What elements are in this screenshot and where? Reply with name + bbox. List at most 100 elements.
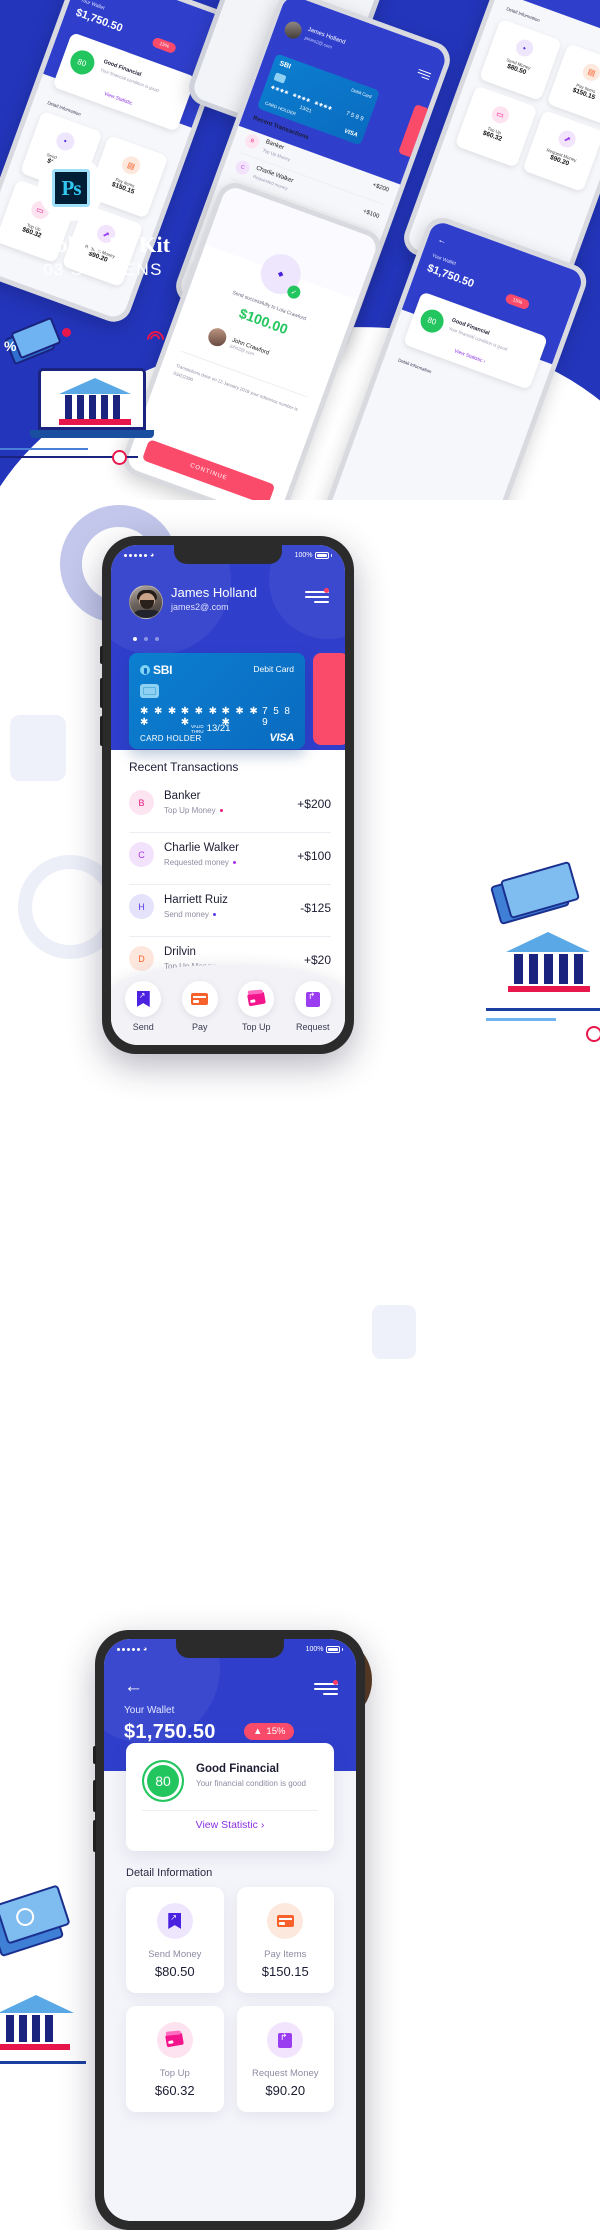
table-row[interactable]: B Banker Top Up Money +$200 (129, 781, 331, 833)
signal-arcs-icon (143, 327, 174, 352)
profile-name: James Holland (171, 585, 257, 600)
phone-button-volume-up[interactable] (100, 678, 103, 708)
wifi-icon: ◕ (143, 1645, 148, 1653)
phone-button-volume-down[interactable] (93, 1820, 96, 1852)
detail-cards-grid: Send Money $80.50 Pay Items $150.15 Top … (126, 1887, 334, 2112)
transaction-amount: +$200 (297, 797, 331, 811)
detail-card-value: $150.15 (261, 1964, 309, 1979)
page-title: Mobile UI Kit (35, 232, 171, 257)
nav-item-send[interactable]: Send (120, 981, 166, 1032)
card-next-peek[interactable] (313, 653, 345, 745)
change-arrow-icon: ▲ (253, 1726, 263, 1737)
view-statistic-link[interactable]: View Statistic › (126, 1819, 334, 1831)
profile-email: james2@.com (171, 602, 229, 612)
transaction-amount: +$100 (297, 849, 331, 863)
card-digits-4: 7 5 8 9 (262, 706, 292, 728)
hamburger-menu-icon[interactable] (305, 588, 329, 605)
detail-card-pay-items[interactable]: Pay Items $150.15 (236, 1887, 334, 1993)
percent-symbol: % (4, 338, 17, 354)
mini-tx1-amt: +$200 (371, 182, 390, 194)
detail-card-label: Request Money (251, 2068, 319, 2079)
decor-square-2 (372, 1305, 416, 1359)
mini-fin-link: View Statistic (103, 90, 134, 107)
avatar (129, 585, 163, 619)
financial-summary-card: 80 Good Financial Your financial conditi… (126, 1743, 334, 1851)
detail-card-value: $60.32 (154, 2083, 195, 2098)
wifi-icon: ◕ (150, 551, 155, 559)
detail-card-label: Pay Items (264, 1949, 307, 1960)
finance-title: Good Financial (196, 1763, 280, 1775)
chevron-right-icon: › (260, 1819, 265, 1831)
transaction-subtitle: Top Up Money (164, 806, 224, 815)
card-pager-dots[interactable] (133, 637, 159, 641)
card-chip-icon (140, 684, 159, 698)
change-percent: 15% (266, 1726, 286, 1737)
pay-card-icon (181, 981, 218, 1017)
send-icon (156, 1903, 193, 1939)
card-valid-label-1: VALID (191, 723, 204, 729)
red-dot-decoration (62, 328, 71, 337)
mini-card-bank: SBI (278, 60, 292, 71)
bank-illustration-bottom-left (0, 1995, 88, 2085)
phone-button-mute[interactable] (93, 1746, 96, 1764)
phone-button-volume-up[interactable] (93, 1780, 96, 1812)
transaction-initial: D (129, 946, 154, 971)
decor-line-1 (0, 448, 88, 450)
phone-notch (176, 1639, 284, 1658)
transaction-initial: H (129, 894, 154, 919)
bank-laptop-illustration (30, 368, 154, 438)
poster-stage: ← Your Wallet $1,750.50 15% 80 Good Fina… (0, 0, 600, 2230)
mini-card-valid: 13/21 (298, 104, 313, 115)
phone-button-mute[interactable] (100, 646, 103, 664)
transaction-subtitle: Requested money (164, 858, 237, 867)
detail-card-top-up[interactable]: Top Up $60.32 (126, 2006, 224, 2112)
topup-card-icon (238, 981, 275, 1017)
table-row[interactable]: C Charlie Walker Requested money +$100 (129, 833, 331, 885)
detail-card-value: $90.20 (265, 2083, 306, 2098)
detail-card-label: Send Money (148, 1949, 202, 1960)
battery-percent: 100% (294, 551, 313, 559)
phone-screen: ◕ 100% James Holland james2@.com SBI Deb… (111, 545, 345, 1045)
photoshop-icon: Ps (52, 169, 90, 207)
transaction-subtitle: Send money (164, 910, 217, 919)
card-digits-1: ✱ ✱ ✱ ✱ (140, 706, 178, 728)
nav-item-pay[interactable]: Pay (177, 981, 223, 1032)
phone-transactions: ◕ 100% James Holland james2@.com SBI Deb… (100, 536, 354, 1054)
status-badge: ▲ 15% (244, 1723, 295, 1740)
detail-card-send-money[interactable]: Send Money $80.50 (126, 1887, 224, 1993)
transaction-name: Banker (164, 790, 201, 802)
card-type-label: Debit Card (253, 664, 294, 674)
mini-card-digits: 7 5 8 9 (344, 110, 365, 123)
detail-card-value: $80.50 (154, 1964, 195, 1979)
card-valid-thru: VALID THRU 13/21 (191, 723, 230, 734)
back-arrow-icon[interactable]: ← (124, 1677, 143, 1696)
detail-card-request-money[interactable]: Request Money $90.20 (236, 2006, 334, 2112)
transaction-amount: -$125 (300, 901, 331, 915)
nav-item-topup[interactable]: Top Up (233, 981, 279, 1032)
nav-item-request[interactable]: Request (290, 981, 336, 1032)
mini-score: 80 (66, 46, 98, 78)
hamburger-menu-icon[interactable] (314, 1680, 338, 1697)
phone-button-volume-down[interactable] (100, 716, 103, 746)
phone-screen: ◕ 100% ← Your Wallet $1,750.50 ▲ 15% 80 … (104, 1639, 356, 2221)
sbi-key-icon (140, 665, 150, 675)
bank-illustration-right (486, 860, 600, 1042)
nav-label: Request (295, 1022, 330, 1032)
phone-notch (174, 545, 282, 564)
wallet-label: Your Wallet (124, 1705, 175, 1716)
card-valid-date: 13/21 (206, 723, 231, 734)
transaction-name: Charlie Walker (164, 842, 239, 854)
wallet-amount: $1,750.50 (124, 1721, 216, 1743)
photoshop-badge: Ps (38, 155, 104, 221)
battery-percent: 100% (305, 1645, 324, 1653)
card-bank-logo: SBI (140, 663, 172, 677)
page-subtitle: 03 SCREENS (43, 260, 163, 279)
transaction-initial: C (129, 842, 154, 867)
debit-card[interactable]: SBI Debit Card ✱ ✱ ✱ ✱ ✱ ✱ ✱ ✱ ✱ ✱ ✱ ✱ 7… (129, 653, 305, 749)
decor-ring (112, 450, 127, 465)
divider (142, 1810, 318, 1811)
detail-card-label: Top Up (159, 2068, 190, 2079)
request-icon (294, 981, 331, 1017)
table-row[interactable]: H Harriett Ruiz Send money -$125 (129, 885, 331, 937)
transaction-initial: B (129, 790, 154, 815)
